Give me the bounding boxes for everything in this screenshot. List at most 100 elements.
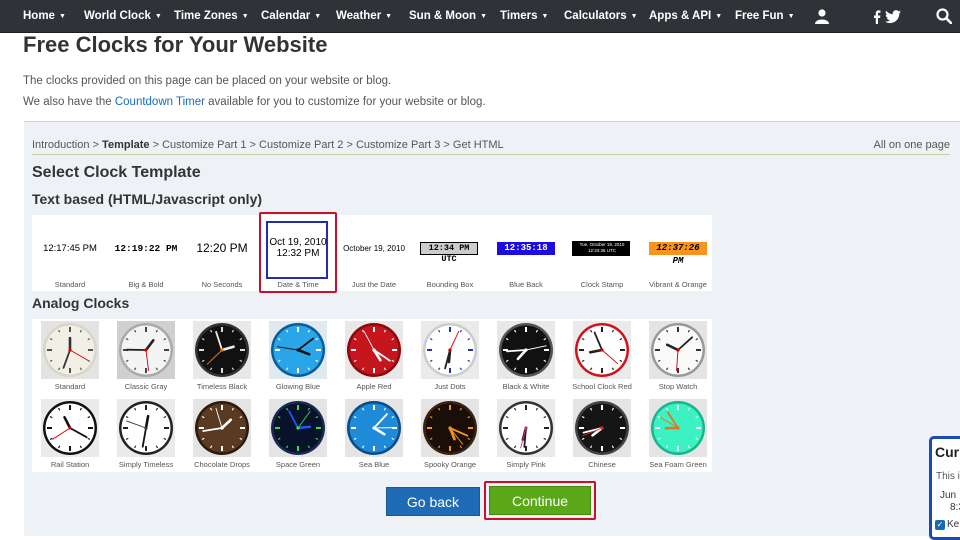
breadcrumb-template: Template — [102, 139, 150, 151]
text-clock-vibrant-orange[interactable]: 12:37:26 PM Vibrant & Orange — [640, 215, 716, 291]
analog-clock-black-white[interactable]: Black & White — [497, 321, 555, 391]
chevron-down-icon: ▼ — [154, 13, 162, 20]
clock-caption: Big & Bold — [128, 280, 164, 289]
widget-checkbox[interactable]: ✓ Ke — [935, 519, 959, 530]
analog-clocks: Standard Classic Gray Timeless Black Glowin… — [41, 321, 707, 469]
clock-center — [220, 426, 224, 430]
widget-title: Curr — [935, 444, 960, 460]
clock-display: 12:17:45 PM — [43, 243, 97, 254]
text-clock-grid: 12:17:45 PM Standard 12:19:22 PM Big & B… — [32, 215, 712, 291]
facebook-icon[interactable] — [873, 10, 881, 24]
analog-clock-chocolate-drops[interactable]: Chocolate Drops — [193, 399, 251, 469]
clock-caption: Classic Gray — [125, 382, 168, 391]
chevron-down-icon: ▼ — [630, 13, 638, 20]
clock-center — [676, 348, 680, 352]
clock-display: October 19, 2010 — [343, 244, 405, 253]
analog-clock-spooky-orange[interactable]: Spooky Orange — [421, 399, 479, 469]
twitter-icon[interactable] — [885, 10, 901, 24]
go-back-button[interactable]: Go back — [386, 487, 480, 516]
nav-timers[interactable]: Timers ▼ — [500, 0, 548, 33]
clock-caption: Rail Station — [51, 460, 89, 469]
nav-timers-label: Timers — [500, 10, 538, 22]
chevron-down-icon: ▼ — [241, 13, 249, 20]
clock-hour-hand — [296, 425, 312, 430]
clock-caption: Chinese — [588, 460, 616, 469]
clock-caption: No Seconds — [201, 280, 243, 289]
analog-clock-glowing-blue[interactable]: Glowing Blue — [269, 321, 327, 391]
breadcrumb-customize-1[interactable]: Customize Part 1 — [162, 139, 246, 151]
nav-world-clock[interactable]: World Clock ▼ — [84, 0, 162, 33]
nav-world-clock-label: World Clock — [84, 10, 151, 22]
clock-caption: Just Dots — [434, 382, 466, 391]
breadcrumb-customize-3[interactable]: Customize Part 3 — [356, 139, 440, 151]
analog-clock-stop-watch[interactable]: Stop Watch — [649, 321, 707, 391]
analog-clock-classic-gray[interactable]: Classic Gray — [117, 321, 175, 391]
checkmark-icon: ✓ — [935, 520, 945, 530]
breadcrumb-separator: > — [443, 139, 450, 151]
nav-calendar[interactable]: Calendar ▼ — [261, 0, 321, 33]
clock-caption: Spooky Orange — [424, 460, 476, 469]
clock-caption: Blue Back — [509, 280, 543, 289]
clock-center — [220, 348, 224, 352]
analog-clock-chinese[interactable]: Chinese — [573, 399, 631, 469]
user-icon[interactable] — [814, 8, 830, 24]
clock-caption: Bounding Box — [426, 280, 474, 289]
breadcrumb-get-html[interactable]: Get HTML — [453, 139, 504, 151]
search-icon[interactable] — [936, 8, 952, 24]
text-clock-no-seconds[interactable]: 12:20 PM No Seconds — [184, 215, 260, 291]
analog-clock-just-dots[interactable]: Just Dots — [421, 321, 479, 391]
nav-time-zones-label: Time Zones — [174, 10, 238, 22]
analog-clock-space-green[interactable]: Space Green — [269, 399, 327, 469]
nav-home-label: Home — [23, 10, 55, 22]
chevron-down-icon: ▼ — [480, 13, 488, 20]
chevron-down-icon: ▼ — [541, 13, 549, 20]
analog-clock-sea-blue[interactable]: Sea Blue — [345, 399, 403, 469]
clock-center — [600, 426, 604, 430]
text-clock-blue-back[interactable]: 12:35:18 PM Blue Back — [488, 215, 564, 291]
all-on-one-page-link[interactable]: All on one page — [874, 139, 950, 151]
nav-free-fun[interactable]: Free Fun ▼ — [735, 0, 795, 33]
intro-text: The clocks provided on this page can be … — [23, 75, 392, 87]
clock-caption: Sea Blue — [359, 460, 389, 469]
widget-text: This i — [936, 471, 960, 482]
continue-button[interactable]: Continue — [489, 486, 591, 515]
nav-time-zones[interactable]: Time Zones ▼ — [174, 0, 249, 33]
clock-caption: Clock Stamp — [580, 280, 624, 289]
chevron-down-icon: ▼ — [787, 13, 795, 20]
nav-home[interactable]: Home ▼ — [23, 0, 66, 33]
analog-clock-rail-station[interactable]: Rail Station — [41, 399, 99, 469]
widget-time: 8:3 — [950, 502, 960, 513]
analog-clock-sea-foam-green[interactable]: Sea Foam Green — [649, 399, 707, 469]
analog-section-heading: Analog Clocks — [32, 295, 130, 311]
breadcrumb-customize-2[interactable]: Customize Part 2 — [259, 139, 343, 151]
current-time-widget: Curr This i Jun 8:3 ✓Ke — [929, 436, 960, 540]
countdown-timer-link[interactable]: Countdown Timer — [115, 96, 205, 108]
widget-date: Jun — [940, 490, 957, 501]
nav-weather[interactable]: Weather ▼ — [336, 0, 392, 33]
text-clock-big-bold[interactable]: 12:19:22 PM Big & Bold — [108, 215, 184, 291]
text-clock-bounding-box[interactable]: 12:34 PM UTC Bounding Box — [412, 215, 488, 291]
clock-caption: Simply Timeless — [119, 460, 173, 469]
nav-calendar-label: Calendar — [261, 10, 311, 22]
text-clock-standard[interactable]: 12:17:45 PM Standard — [32, 215, 108, 291]
analog-clock-school-clock-red[interactable]: School Clock Red — [572, 321, 632, 391]
text-clock-stamp[interactable]: Tue, October 19, 2010 12:34:36 UTC Clock… — [564, 215, 640, 291]
analog-clock-apple-red[interactable]: Apple Red — [345, 321, 403, 391]
analog-clock-standard[interactable]: Standard — [41, 321, 99, 391]
clock-caption: Space Green — [276, 460, 320, 469]
top-nav: Home ▼ World Clock ▼ Time Zones ▼ Calendar ▼… — [0, 0, 960, 33]
analog-clock-simply-timeless[interactable]: Simply Timeless — [117, 399, 175, 469]
breadcrumb-introduction[interactable]: Introduction — [32, 139, 89, 151]
clock-caption: Apple Red — [356, 382, 391, 391]
clock-center — [524, 426, 528, 430]
breadcrumb-separator: > — [249, 139, 256, 151]
nav-sun-moon[interactable]: Sun & Moon ▼ — [409, 0, 487, 33]
analog-clock-timeless-black[interactable]: Timeless Black — [193, 321, 251, 391]
clock-center — [296, 348, 300, 352]
clock-caption: Stop Watch — [659, 382, 698, 391]
nav-apps-api[interactable]: Apps & API ▼ — [649, 0, 722, 33]
chevron-down-icon: ▼ — [715, 13, 723, 20]
nav-calculators[interactable]: Calculators ▼ — [564, 0, 638, 33]
text-clock-just-date[interactable]: October 19, 2010 Just the Date — [336, 215, 412, 291]
analog-clock-simply-pink[interactable]: Simply Pink — [497, 399, 555, 469]
